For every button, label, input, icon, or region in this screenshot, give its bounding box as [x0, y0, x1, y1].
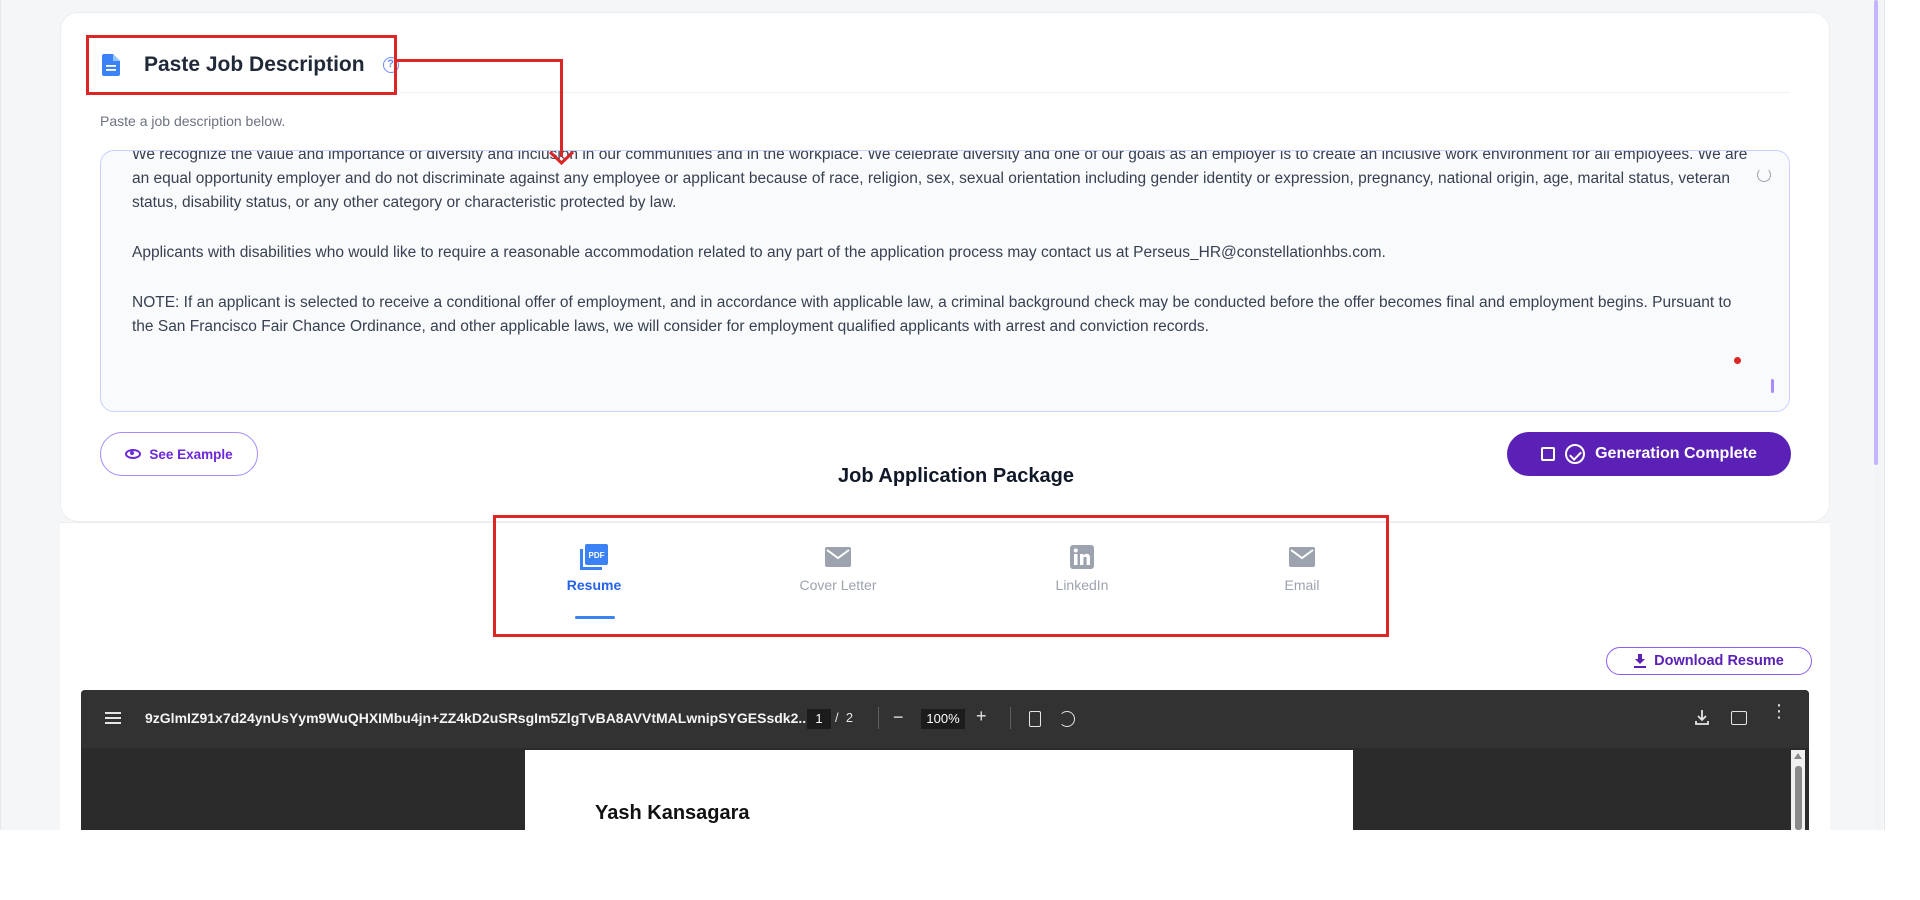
job-description-input[interactable]: We recognize the value and importance of…	[100, 150, 1790, 412]
annotation-arrow-line	[560, 59, 563, 157]
page-count: / 2	[835, 710, 853, 725]
check-circle-icon	[1565, 444, 1586, 464]
annotation-arrowhead	[548, 150, 575, 166]
input-instructions: Paste a job description below.	[100, 113, 286, 129]
download-resume-button[interactable]: Download Resume	[1606, 647, 1812, 675]
download-icon	[1634, 654, 1647, 668]
print-icon[interactable]	[1731, 711, 1747, 725]
pdf-icon: PDF	[580, 544, 608, 570]
pdf-filename: 9zGlmIZ91x7d24ynUsYym9WuQHXIMbu4jn+ZZ4kD…	[145, 710, 811, 726]
tab-cover-letter-label: Cover Letter	[799, 577, 877, 593]
tab-email[interactable]: Email	[1242, 545, 1362, 593]
pdf-page: Yash Kansagara	[525, 750, 1353, 830]
page-scrollbar-thumb[interactable]	[1874, 0, 1878, 465]
textarea-scrollbar-thumb[interactable]	[1771, 379, 1774, 393]
mail-icon	[1288, 545, 1316, 569]
page-number-input[interactable]: 1	[807, 709, 831, 729]
generation-complete-button[interactable]: Generation Complete	[1507, 432, 1791, 476]
app-root: Paste Job Description ? Paste a job desc…	[0, 0, 1920, 900]
total-pages: 2	[845, 710, 854, 725]
document-icon	[102, 54, 120, 76]
heading-divider	[400, 92, 1790, 93]
jd-paragraph: NOTE: If an applicant is selected to rec…	[132, 294, 1732, 335]
see-example-button[interactable]: See Example	[100, 432, 258, 476]
jd-paragraph: Applicants with disabilities who would l…	[132, 244, 1386, 261]
job-description-text[interactable]: We recognize the value and importance of…	[132, 150, 1752, 365]
eye-icon	[125, 449, 142, 459]
pdf-scroll-up-icon[interactable]	[1794, 753, 1802, 759]
toolbar-divider	[1010, 707, 1011, 729]
tab-email-label: Email	[1284, 577, 1320, 593]
zoom-out-button[interactable]: −	[893, 707, 904, 728]
zoom-level-input[interactable]: 100%	[921, 709, 965, 729]
linkedin-icon	[1068, 545, 1096, 569]
menu-icon[interactable]	[105, 712, 121, 724]
fit-page-icon[interactable]	[1029, 711, 1041, 727]
tab-resume[interactable]: PDF Resume	[534, 544, 654, 593]
pdf-download-icon[interactable]	[1695, 710, 1709, 726]
tab-linkedin[interactable]: LinkedIn	[1022, 545, 1142, 593]
chart-icon	[1541, 447, 1556, 461]
pdf-scrollbar-thumb[interactable]	[1795, 766, 1802, 830]
refresh-icon[interactable]	[1757, 168, 1771, 182]
annotation-arrow-line	[397, 59, 563, 62]
tab-cover-letter[interactable]: Cover Letter	[778, 545, 898, 593]
pdf-badge-text: PDF	[589, 551, 605, 560]
toolbar-divider	[878, 707, 879, 729]
pdf-viewer: 9zGlmIZ91x7d24ynUsYym9WuQHXIMbu4jn+ZZ4kD…	[81, 690, 1809, 830]
tab-linkedin-label: LinkedIn	[1055, 577, 1109, 593]
recording-dot-icon	[1734, 357, 1741, 364]
jd-paragraph: We recognize the value and importance of…	[132, 150, 1748, 211]
tab-resume-label: Resume	[566, 577, 622, 593]
page-separator: /	[835, 710, 839, 725]
active-tab-indicator	[575, 616, 615, 619]
download-resume-label: Download Resume	[1654, 653, 1784, 669]
pdf-toolbar: 9zGlmIZ91x7d24ynUsYym9WuQHXIMbu4jn+ZZ4kD…	[81, 690, 1809, 748]
package-tabs: PDF Resume Cover Letter LinkedIn Email	[490, 515, 1386, 637]
zoom-in-button[interactable]: +	[976, 706, 987, 727]
rotate-icon[interactable]	[1059, 711, 1075, 727]
see-example-label: See Example	[149, 446, 233, 462]
package-title: Job Application Package	[838, 465, 1074, 487]
page-title: Paste Job Description	[144, 53, 365, 76]
more-options-icon[interactable]: ⋮	[1770, 702, 1788, 720]
resume-name: Yash Kansagara	[595, 802, 750, 824]
generation-complete-label: Generation Complete	[1595, 445, 1757, 462]
section-heading: Paste Job Description ?	[102, 50, 399, 80]
mail-icon	[824, 545, 852, 569]
